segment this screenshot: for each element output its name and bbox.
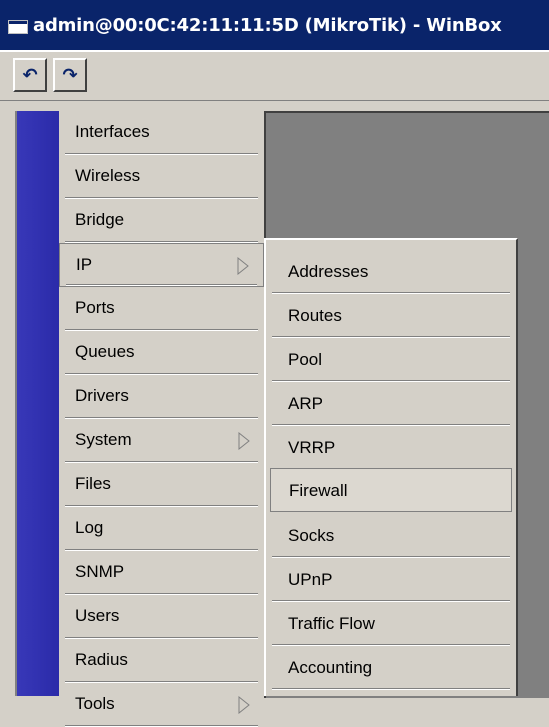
submenu-item-socks[interactable]: Socks [266,514,516,558]
menu-item-files[interactable]: Files [59,463,264,507]
submenu-item-label: ARP [288,394,323,413]
ip-submenu: Addresses Routes Pool ARP VRRP Firewall … [264,238,518,696]
submenu-item-label: Firewall [289,481,348,500]
menu-item-bridge[interactable]: Bridge [59,199,264,243]
menu-item-snmp[interactable]: SNMP [59,551,264,595]
main-menu: Interfaces Wireless Bridge IP Ports Queu… [59,111,264,727]
submenu-item-label: VRRP [288,438,336,457]
menu-item-ip[interactable]: IP [59,243,264,287]
menu-item-wireless[interactable]: Wireless [59,155,264,199]
menu-item-label: Users [75,606,120,625]
menu-item-label: Drivers [75,386,129,405]
menu-item-label: Radius [75,650,128,669]
sidebar-brand-strip [15,111,61,696]
submenu-item-label: Accounting [288,658,373,677]
submenu-item-label: Traffic Flow [288,614,375,633]
submenu-item-arp[interactable]: ARP [266,382,516,426]
menu-item-drivers[interactable]: Drivers [59,375,264,419]
submenu-item-pool[interactable]: Pool [266,338,516,382]
menu-item-label: Wireless [75,166,141,185]
menu-item-label: Bridge [75,210,125,229]
submenu-item-label: Addresses [288,262,369,281]
submenu-arrow-icon [238,696,250,714]
submenu-item-addresses[interactable]: Addresses [266,250,516,294]
submenu-item-label: UPnP [288,570,333,589]
menu-item-label: IP [76,255,93,274]
menu-item-label: System [75,430,132,449]
menu-item-label: Ports [75,298,115,317]
submenu-arrow-icon [237,257,249,275]
window-icon [8,20,28,34]
submenu-item-vrrp[interactable]: VRRP [266,426,516,470]
undo-button[interactable]: ↶ [13,58,47,92]
menu-item-label: Interfaces [75,122,150,141]
submenu-item-firewall[interactable]: Firewall [270,468,512,512]
undo-icon: ↶ [22,64,38,86]
redo-button[interactable]: ↷ [53,58,87,92]
menu-item-tools[interactable]: Tools [59,683,264,727]
window-title: admin@00:0C:42:11:11:5D (MikroTik) - Win… [33,15,502,36]
menu-item-label: Queues [75,342,135,361]
menu-item-system[interactable]: System [59,419,264,463]
toolbar: ↶ ↷ [0,52,549,101]
menu-item-ports[interactable]: Ports [59,287,264,331]
menu-item-label: Tools [75,694,115,713]
menu-item-queues[interactable]: Queues [59,331,264,375]
submenu-item-upnp[interactable]: UPnP [266,558,516,602]
winbox-window: admin@00:0C:42:11:11:5D (MikroTik) - Win… [0,0,549,727]
menu-item-label: Log [75,518,104,537]
submenu-item-routes[interactable]: Routes [266,294,516,338]
redo-icon: ↷ [62,64,78,86]
menu-item-label: Files [75,474,111,493]
menu-item-log[interactable]: Log [59,507,264,551]
menu-item-label: SNMP [75,562,125,581]
submenu-arrow-icon [238,432,250,450]
menu-item-users[interactable]: Users [59,595,264,639]
submenu-item-label: Socks [288,526,335,545]
submenu-item-traffic-flow[interactable]: Traffic Flow [266,602,516,646]
menu-item-interfaces[interactable]: Interfaces [59,111,264,155]
title-bar[interactable]: admin@00:0C:42:11:11:5D (MikroTik) - Win… [0,0,549,52]
submenu-item-label: Routes [288,306,342,325]
menu-item-radius[interactable]: Radius [59,639,264,683]
submenu-item-label: Pool [288,350,323,369]
submenu-item-accounting[interactable]: Accounting [266,646,516,690]
